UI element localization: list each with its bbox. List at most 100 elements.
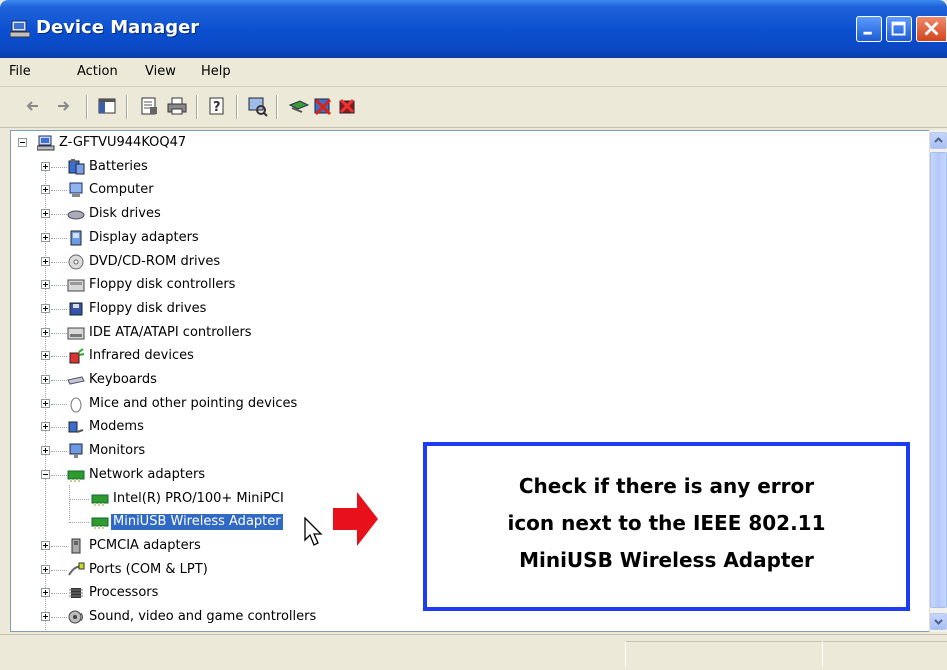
tree-category[interactable]: Computer bbox=[11, 180, 911, 202]
expand-icon[interactable] bbox=[41, 185, 50, 195]
callout-line: MiniUSB Wireless Adapter bbox=[519, 548, 814, 572]
tree-category-label[interactable]: Processors bbox=[87, 585, 160, 601]
tree-category[interactable]: Mice and other pointing devices bbox=[11, 394, 911, 416]
tree-connector bbox=[51, 214, 67, 216]
tree-root[interactable]: Z-GFTVU944KOQ47 bbox=[11, 133, 911, 155]
toolbar-separator bbox=[86, 95, 88, 119]
tree-connector bbox=[51, 261, 67, 264]
network-adapter-icon bbox=[67, 470, 85, 482]
scan-hardware-icon[interactable] bbox=[246, 95, 268, 117]
keyboard-icon bbox=[67, 376, 85, 385]
scroll-down-button[interactable] bbox=[930, 613, 947, 630]
infrared-icon bbox=[69, 348, 85, 364]
tree-connector bbox=[51, 403, 67, 406]
forward-icon[interactable] bbox=[52, 95, 74, 117]
title-bar[interactable]: Device Manager bbox=[0, 0, 947, 58]
expand-icon[interactable] bbox=[41, 588, 50, 598]
callout-line: icon next to the IEEE 802.11 bbox=[507, 511, 826, 535]
tree-connector bbox=[51, 617, 67, 619]
tree-category[interactable]: Floppy disk drives bbox=[11, 299, 911, 321]
chevron-up-icon bbox=[934, 137, 943, 143]
expand-icon[interactable] bbox=[41, 398, 50, 408]
tree-category-label[interactable]: Modems bbox=[87, 419, 146, 435]
tree-category[interactable]: DVD/CD-ROM drives bbox=[11, 252, 911, 274]
tree-category-label[interactable]: PCMCIA adapters bbox=[87, 538, 203, 554]
expand-icon[interactable] bbox=[41, 540, 50, 550]
back-icon[interactable] bbox=[22, 95, 44, 117]
menu-view[interactable]: View bbox=[145, 64, 176, 79]
tree-category[interactable]: Floppy disk controllers bbox=[11, 275, 911, 297]
expand-icon[interactable] bbox=[41, 280, 50, 290]
tree-category[interactable]: Keyboards bbox=[11, 370, 911, 392]
tree-category-label[interactable]: Floppy disk drives bbox=[87, 301, 208, 317]
tree-category[interactable]: Infrared devices bbox=[11, 346, 911, 368]
collapse-icon[interactable] bbox=[18, 138, 27, 147]
tree-category[interactable]: Modems bbox=[11, 417, 911, 439]
status-pane bbox=[822, 641, 947, 667]
tree-category-label[interactable]: Infrared devices bbox=[87, 348, 196, 364]
port-icon bbox=[68, 562, 85, 576]
tree-connector bbox=[51, 166, 67, 169]
tree-category-label[interactable]: Display adapters bbox=[87, 230, 201, 246]
close-button[interactable] bbox=[916, 16, 947, 42]
scroll-up-button[interactable] bbox=[930, 132, 947, 149]
tree-category[interactable]: Disk drives bbox=[11, 204, 911, 226]
tree-category-label[interactable]: Mice and other pointing devices bbox=[87, 396, 299, 412]
processor-icon bbox=[69, 588, 83, 599]
expand-icon[interactable] bbox=[41, 256, 50, 266]
tree-connector bbox=[51, 593, 67, 595]
expand-icon[interactable] bbox=[41, 375, 50, 384]
tree-connector bbox=[51, 308, 67, 311]
help-icon[interactable]: ? bbox=[206, 95, 228, 117]
expand-icon[interactable] bbox=[41, 422, 50, 432]
disable-device-icon[interactable] bbox=[312, 95, 334, 117]
tree-category-label[interactable]: Floppy disk controllers bbox=[87, 277, 237, 293]
selected-device-label[interactable]: MiniUSB Wireless Adapter bbox=[111, 514, 283, 531]
device-manager-window: Device Manager File Action View Help ? Z… bbox=[0, 0, 947, 670]
minimize-icon bbox=[863, 31, 872, 35]
tree-connector bbox=[51, 190, 67, 192]
tree-category[interactable]: IDE ATA/ATAPI controllers bbox=[11, 323, 911, 345]
show-hide-console-tree-icon[interactable] bbox=[96, 95, 118, 117]
menu-file[interactable]: File bbox=[9, 64, 31, 79]
print-icon[interactable] bbox=[166, 95, 188, 117]
expand-icon[interactable] bbox=[41, 351, 50, 361]
tree-category-label[interactable]: Batteries bbox=[87, 159, 150, 175]
tree-category-label[interactable]: Computer bbox=[87, 182, 156, 198]
scroll-thumb[interactable] bbox=[930, 152, 947, 608]
update-driver-icon[interactable] bbox=[288, 95, 310, 117]
uninstall-icon[interactable] bbox=[336, 95, 358, 117]
expand-icon[interactable] bbox=[41, 612, 50, 621]
tree-category-label[interactable]: IDE ATA/ATAPI controllers bbox=[87, 325, 254, 341]
menu-action[interactable]: Action bbox=[77, 64, 118, 79]
tree-device-label[interactable]: Intel(R) PRO/100+ MiniPCI bbox=[111, 491, 286, 507]
tree-category[interactable]: Batteries bbox=[11, 157, 911, 179]
tree-category-label[interactable]: Disk drives bbox=[87, 206, 163, 222]
tree-category-label[interactable]: Network adapters bbox=[87, 467, 207, 483]
maximize-button[interactable] bbox=[886, 16, 912, 42]
tree-category-label[interactable]: Monitors bbox=[87, 443, 147, 459]
expand-icon[interactable] bbox=[41, 327, 50, 337]
tree-category-label[interactable]: Ports (COM & LPT) bbox=[87, 562, 210, 578]
expand-icon[interactable] bbox=[41, 446, 50, 456]
tree-root-label[interactable]: Z-GFTVU944KOQ47 bbox=[57, 135, 188, 151]
tree-category-label[interactable]: Keyboards bbox=[87, 372, 159, 388]
expand-icon[interactable] bbox=[41, 161, 50, 171]
menu-help[interactable]: Help bbox=[201, 64, 231, 79]
menu-bar: File Action View Help bbox=[0, 58, 947, 87]
tree-category[interactable]: Display adapters bbox=[11, 228, 911, 250]
expand-icon[interactable] bbox=[41, 209, 50, 219]
expand-icon[interactable] bbox=[41, 564, 50, 574]
display-adapter-icon bbox=[70, 230, 82, 246]
tree-category-label[interactable]: DVD/CD-ROM drives bbox=[87, 254, 222, 270]
tree-category-label[interactable]: Sound, video and game controllers bbox=[87, 609, 318, 625]
expand-icon[interactable] bbox=[41, 232, 50, 242]
collapse-icon[interactable] bbox=[41, 469, 50, 479]
vertical-scrollbar[interactable] bbox=[929, 130, 947, 632]
tree-connector bbox=[51, 356, 67, 358]
expand-icon[interactable] bbox=[41, 303, 50, 313]
properties-icon[interactable] bbox=[138, 95, 160, 117]
tree-connector bbox=[51, 237, 67, 240]
floppy-controller-icon bbox=[67, 279, 85, 292]
minimize-button[interactable] bbox=[856, 16, 882, 42]
